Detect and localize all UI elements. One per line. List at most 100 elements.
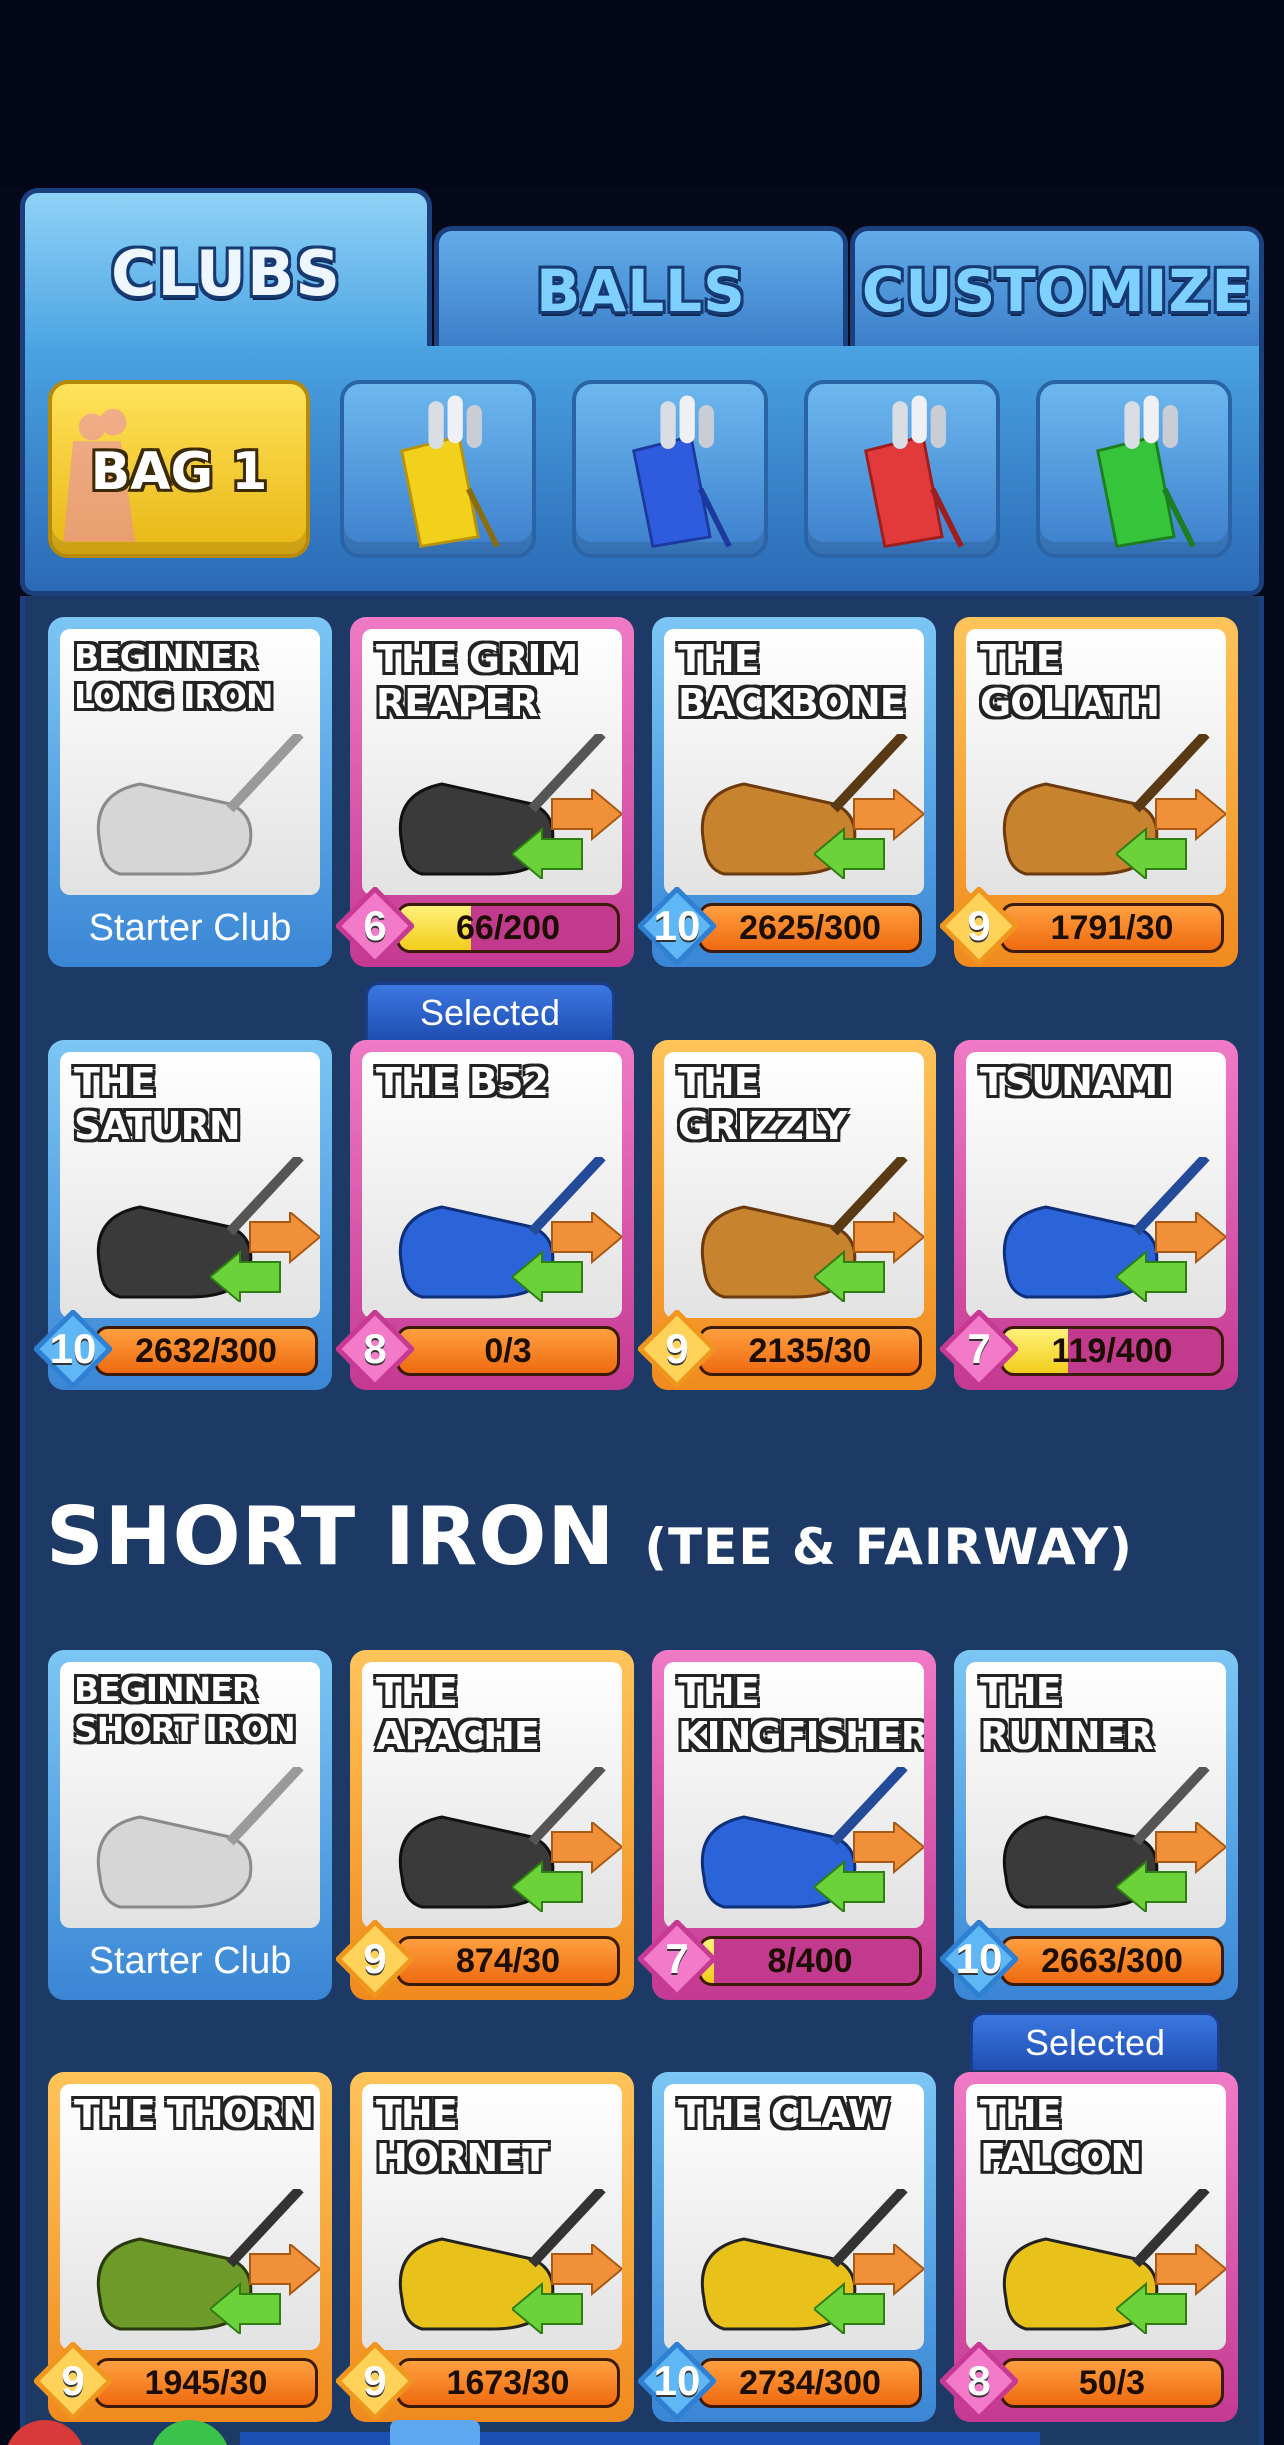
upgrade-arrows-icon	[512, 2244, 622, 2334]
card-progress-bar: 2734/300	[698, 2358, 922, 2408]
upgrade-arrows-icon	[1116, 1822, 1226, 1912]
club-card[interactable]: THE THORN 1945/30 9	[34, 2072, 332, 2422]
level-number: 9	[665, 1325, 689, 1372]
upgrade-arrows-icon	[1116, 789, 1226, 879]
club-card[interactable]: THE RUNNER 2663/300 10	[940, 1650, 1238, 2000]
club-name: THE FALCON	[980, 2092, 1142, 2180]
upgrade-arrows-icon	[814, 1822, 924, 1912]
club-name: THE CLAW	[678, 2092, 890, 2136]
club-card[interactable]: BEGINNER LONG IRON Starter Club	[48, 617, 332, 967]
level-badge: 9	[638, 1310, 716, 1388]
club-card[interactable]: THE FALCON 50/3 8	[940, 2072, 1238, 2422]
golf-bag-red-icon	[864, 395, 964, 549]
bag-green-button[interactable]	[1036, 380, 1232, 558]
club-card[interactable]: THE GRIM REAPER 66/200 6	[336, 617, 634, 967]
club-name: TSUNAMI	[980, 1060, 1171, 1104]
card-progress-text: 1791/30	[1050, 908, 1174, 947]
level-number: 10	[955, 1935, 1003, 1982]
club-head-icon	[96, 734, 304, 876]
card-progress-bar: 50/3	[1000, 2358, 1224, 2408]
tab-clubs[interactable]: CLUBS	[20, 188, 432, 353]
card-progress-text: 874/30	[456, 1941, 560, 1980]
selected-tag: Selected	[365, 982, 615, 1040]
level-badge: 10	[638, 2342, 716, 2420]
card-progress-bar: 2632/300	[94, 1326, 318, 1376]
section-title: SHORT IRON (TEE & FAIRWAY)	[46, 1490, 1133, 1583]
level-number: 8	[967, 2357, 991, 2404]
club-card-image: THE GRIZZLY	[664, 1052, 924, 1318]
club-name: THE B52	[376, 1060, 549, 1104]
bottom-nav-peek	[7, 2420, 1040, 2445]
club-card[interactable]: TSUNAMI 119/400 7	[940, 1040, 1238, 1390]
club-card-image: THE RUNNER	[966, 1662, 1226, 1928]
club-card[interactable]: BEGINNER SHORT IRON Starter Club	[48, 1650, 332, 2000]
upgrade-arrows-icon	[1116, 1212, 1226, 1302]
bag-yellow-button[interactable]	[340, 380, 536, 558]
club-card[interactable]: THE KINGFISHER 8/400 7	[638, 1650, 936, 2000]
club-card[interactable]: THE CLAW 2734/300 10	[638, 2072, 936, 2422]
card-progress-bar: 119/400	[1000, 1326, 1224, 1376]
club-card[interactable]: THE HORNET 1673/30 9	[336, 2072, 634, 2422]
level-number: 9	[61, 2357, 85, 2404]
club-name: BEGINNER LONG IRON	[74, 637, 273, 716]
card-progress-bar: 2135/30	[698, 1326, 922, 1376]
level-number: 7	[665, 1935, 689, 1982]
card-progress-text: 0/3	[484, 1331, 532, 1370]
golf-bag-yellow-icon	[400, 395, 500, 549]
level-badge: 7	[940, 1310, 1018, 1388]
club-card-image: BEGINNER LONG IRON	[60, 629, 320, 895]
level-badge: 7	[638, 1920, 716, 1998]
level-number: 10	[49, 1325, 97, 1372]
club-card-image: TSUNAMI	[966, 1052, 1226, 1318]
club-name: BEGINNER SHORT IRON	[74, 1670, 296, 1749]
club-card-image: THE SATURN	[60, 1052, 320, 1318]
club-card-image: THE KINGFISHER	[664, 1662, 924, 1928]
club-card[interactable]: THE SATURN 2632/300 10	[34, 1040, 332, 1390]
tab-customize[interactable]: CUSTOMIZE	[850, 226, 1264, 350]
bag-1-button[interactable]: BAG 1	[48, 380, 310, 558]
level-badge: 6	[336, 887, 414, 965]
card-progress-bar: 1945/30	[94, 2358, 318, 2408]
club-card[interactable]: THE APACHE 874/30 9	[336, 1650, 634, 2000]
bag-red-button[interactable]	[804, 380, 1000, 558]
card-progress-text: 2135/30	[748, 1331, 872, 1370]
golf-bag-green-icon	[1096, 395, 1196, 549]
card-progress-text: 2663/300	[1041, 1941, 1183, 1980]
card-progress-bar: 1673/30	[396, 2358, 620, 2408]
level-number: 10	[653, 902, 701, 949]
card-progress-bar: 2663/300	[1000, 1936, 1224, 1986]
selected-tag: Selected	[970, 2012, 1220, 2070]
club-card[interactable]: THE B52 0/3 8	[336, 1040, 634, 1390]
card-progress-bar: 66/200	[396, 903, 620, 953]
club-card-image: THE CLAW	[664, 2084, 924, 2350]
upgrade-arrows-icon	[814, 1212, 924, 1302]
card-progress-bar: 8/400	[698, 1936, 922, 1986]
card-progress-text: 8/400	[767, 1941, 853, 1980]
level-number: 10	[653, 2357, 701, 2404]
club-name: THE HORNET	[376, 2092, 548, 2180]
club-card[interactable]: THE BACKBONE 2625/300 10	[638, 617, 936, 967]
bag-blue-button[interactable]	[572, 380, 768, 558]
club-card[interactable]: THE GOLIATH 1791/30 9	[940, 617, 1238, 967]
club-head-icon	[96, 1767, 304, 1909]
club-name: THE BACKBONE	[678, 637, 906, 725]
starter-club-label: Starter Club	[88, 1939, 292, 1982]
level-badge: 9	[336, 1920, 414, 1998]
club-card-image: THE HORNET	[362, 2084, 622, 2350]
club-name: THE KINGFISHER	[678, 1670, 924, 1758]
club-card[interactable]: THE GRIZZLY 2135/30 9	[638, 1040, 936, 1390]
upgrade-arrows-icon	[512, 789, 622, 879]
card-progress-text: 2632/300	[135, 1331, 277, 1370]
upgrade-arrows-icon	[512, 1822, 622, 1912]
club-name: THE APACHE	[376, 1670, 540, 1758]
level-badge: 8	[336, 1310, 414, 1388]
club-name: THE RUNNER	[980, 1670, 1154, 1758]
level-number: 7	[967, 1325, 991, 1372]
upgrade-arrows-icon	[814, 789, 924, 879]
upgrade-arrows-icon	[210, 1212, 320, 1302]
level-badge: 10	[34, 1310, 112, 1388]
level-badge: 9	[940, 887, 1018, 965]
level-badge: 8	[940, 2342, 1018, 2420]
bag-label: BAG 1	[90, 442, 268, 502]
tab-balls[interactable]: BALLS	[434, 226, 848, 350]
